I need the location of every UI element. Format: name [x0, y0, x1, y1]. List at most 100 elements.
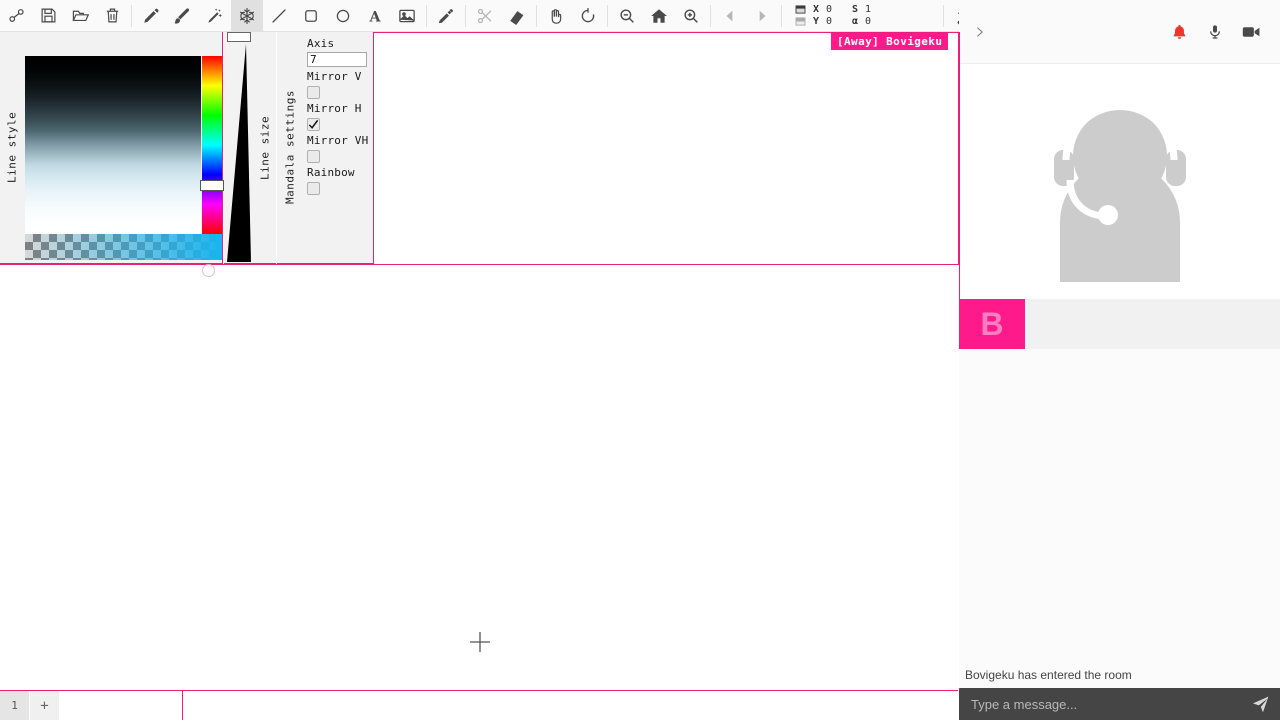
- toolbar-separator: [607, 5, 608, 27]
- image-icon[interactable]: [391, 0, 423, 32]
- scale-value: 1: [865, 4, 871, 15]
- toolbar-separator: [131, 5, 132, 27]
- hand-icon[interactable]: [540, 0, 572, 32]
- check-icon: [308, 119, 319, 130]
- rotate-icon[interactable]: [572, 0, 604, 32]
- undo-arrow-icon[interactable]: [714, 0, 746, 32]
- mirror-v-checkbox[interactable]: [307, 86, 320, 99]
- zoom-out-icon[interactable]: [611, 0, 643, 32]
- chat-user-row[interactable]: B: [959, 299, 1280, 349]
- mandala-field-mirror-h: Mirror H: [307, 101, 371, 131]
- chat-sidebar: B Bovigeku has entered the room: [959, 0, 1280, 720]
- toolbar-group-history: [714, 0, 778, 32]
- trash-icon[interactable]: [96, 0, 128, 32]
- alpha-slider[interactable]: [25, 234, 222, 260]
- mandala-settings-fields: Axis Mirror V Mirror H Mirror VH: [303, 32, 373, 263]
- user-initial-avatar: B: [959, 299, 1025, 349]
- angle-row: α 0: [852, 16, 871, 27]
- microphone-icon[interactable]: [1200, 17, 1230, 47]
- sidebar-header: [959, 0, 1280, 64]
- eraser-icon[interactable]: [501, 0, 533, 32]
- circle-icon[interactable]: [327, 0, 359, 32]
- crosshair-cursor-icon: [468, 630, 492, 654]
- save-icon[interactable]: [32, 0, 64, 32]
- layer-bar: 1 +: [0, 690, 958, 720]
- mandala-settings-panel: Mandala settings Axis Mirror V Mirror H …: [277, 32, 374, 264]
- toolbar-separator: [943, 5, 944, 27]
- zoom-in-icon[interactable]: [675, 0, 707, 32]
- magic-wand-icon[interactable]: [199, 0, 231, 32]
- coordinate-x-value: 0: [826, 4, 832, 15]
- user-avatar-area: [959, 64, 1280, 299]
- toolbar-separator: [465, 5, 466, 27]
- add-layer-button[interactable]: +: [30, 691, 60, 720]
- toolbar-group-draw-tools: A: [135, 0, 423, 32]
- toolbar-group-zoom: [611, 0, 707, 32]
- canvas-width-icon: [795, 5, 806, 14]
- square-icon[interactable]: [295, 0, 327, 32]
- text-icon[interactable]: A: [359, 0, 391, 32]
- chevron-right-icon[interactable]: [973, 24, 986, 40]
- mirror-vh-label: Mirror VH: [307, 133, 371, 148]
- canvas-height-icon: [795, 17, 806, 26]
- rainbow-checkbox[interactable]: [307, 182, 320, 195]
- hue-slider-handle[interactable]: [200, 180, 224, 191]
- brush-icon[interactable]: [167, 0, 199, 32]
- alpha-slider-handle[interactable]: [202, 264, 215, 277]
- mandala-field-mirror-vh: Mirror VH: [307, 133, 371, 163]
- layer-tab-1[interactable]: 1: [0, 691, 30, 720]
- line-style-panel: Line style: [0, 32, 223, 264]
- layer-bar-divider: [182, 690, 183, 720]
- mirror-h-checkbox[interactable]: [307, 118, 320, 131]
- mandala-settings-label: Mandala settings: [277, 32, 303, 263]
- open-folder-icon[interactable]: [64, 0, 96, 32]
- link-icon[interactable]: [0, 0, 32, 32]
- coordinate-values: X 0 Y 0: [813, 4, 832, 27]
- layer-tab-list: 1 +: [0, 691, 60, 720]
- coordinate-x-row: X 0: [813, 4, 832, 15]
- saturation-value-area[interactable]: [25, 56, 201, 234]
- video-camera-icon[interactable]: [1236, 17, 1266, 47]
- mirror-vh-checkbox[interactable]: [307, 150, 320, 163]
- mandala-field-mirror-v: Mirror V: [307, 69, 371, 99]
- user-headset-icon: [1040, 82, 1200, 282]
- toolbar-group-picker: [430, 0, 462, 32]
- line-icon[interactable]: [263, 0, 295, 32]
- scale-key: S: [852, 4, 860, 15]
- send-paper-plane-icon[interactable]: [1251, 695, 1270, 714]
- color-preview-swatch: [25, 35, 222, 56]
- chat-composer: [959, 688, 1280, 720]
- coordinate-x-key: X: [813, 4, 821, 15]
- angle-value: 0: [865, 16, 871, 27]
- canvas-surface-upper[interactable]: [374, 32, 959, 264]
- coordinate-y-key: Y: [813, 16, 821, 27]
- user-meta-area: [1025, 299, 1280, 349]
- snowflake-icon[interactable]: [231, 0, 263, 32]
- canvas-surface[interactable]: [0, 264, 959, 689]
- system-message: Bovigeku has entered the room: [965, 668, 1132, 682]
- home-icon[interactable]: [643, 0, 675, 32]
- scale-row: S 1: [852, 4, 871, 15]
- transform-values: S 1 α 0: [852, 4, 871, 27]
- line-size-label: Line size: [254, 32, 276, 263]
- chat-message-list: Bovigeku has entered the room: [959, 349, 1280, 688]
- hue-slider[interactable]: [202, 56, 222, 234]
- toolbar-group-file: [0, 0, 128, 32]
- bell-icon[interactable]: [1164, 17, 1194, 47]
- line-size-control[interactable]: [224, 32, 254, 264]
- coordinate-y-row: Y 0: [813, 16, 832, 27]
- coordinate-icons: [795, 5, 806, 26]
- toolbar-separator: [710, 5, 711, 27]
- eyedropper-icon[interactable]: [430, 0, 462, 32]
- angle-key: α: [852, 16, 860, 27]
- axis-input[interactable]: [307, 52, 367, 67]
- mandala-field-rainbow: Rainbow: [307, 165, 371, 195]
- color-picker[interactable]: [24, 32, 222, 264]
- scissors-icon[interactable]: [469, 0, 501, 32]
- line-size-slider-handle[interactable]: [227, 32, 251, 42]
- axis-label: Axis: [307, 36, 371, 51]
- chat-message-input[interactable]: [971, 697, 1243, 712]
- status-coordinates: X 0 Y 0: [785, 0, 838, 32]
- redo-arrow-icon[interactable]: [746, 0, 778, 32]
- pencil-icon[interactable]: [135, 0, 167, 32]
